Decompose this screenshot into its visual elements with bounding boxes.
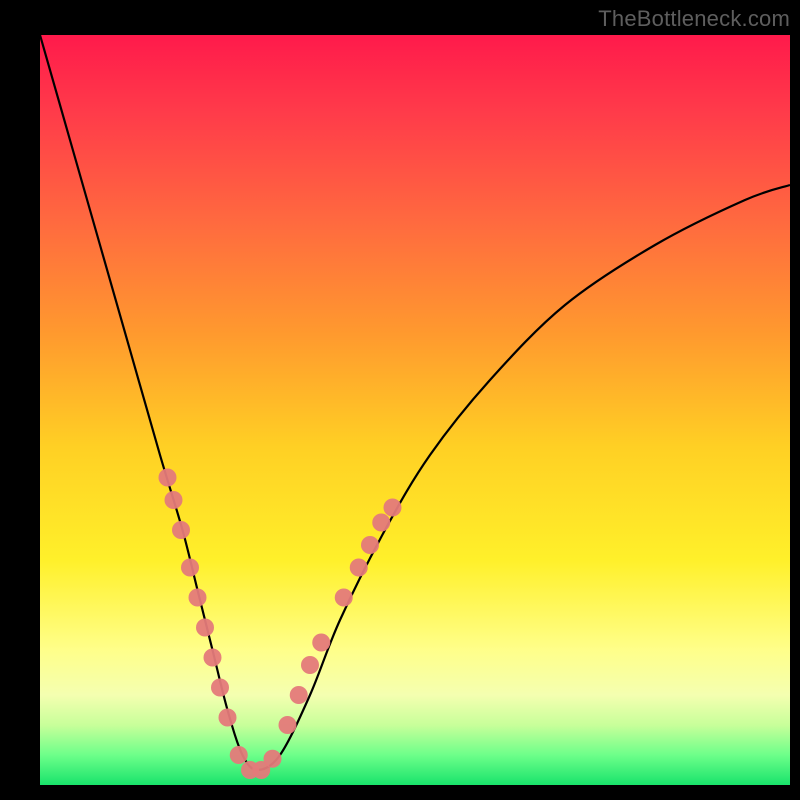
plot-area — [40, 35, 790, 785]
curve-marker — [189, 589, 207, 607]
curve-marker — [384, 499, 402, 517]
curve-marker — [204, 649, 222, 667]
curve-marker — [290, 686, 308, 704]
curve-marker — [301, 656, 319, 674]
curve-marker — [350, 559, 368, 577]
curve-marker — [312, 634, 330, 652]
curve-marker — [196, 619, 214, 637]
curve-marker — [230, 746, 248, 764]
curve-marker — [372, 514, 390, 532]
curve-marker — [172, 521, 190, 539]
curve-marker — [361, 536, 379, 554]
curve-markers — [159, 469, 402, 780]
chart-overlay — [40, 35, 790, 785]
curve-marker — [335, 589, 353, 607]
curve-marker — [159, 469, 177, 487]
chart-frame: TheBottleneck.com — [0, 0, 800, 800]
curve-marker — [219, 709, 237, 727]
watermark-text: TheBottleneck.com — [598, 6, 790, 32]
curve-marker — [165, 491, 183, 509]
curve-marker — [264, 750, 282, 768]
curve-marker — [279, 716, 297, 734]
curve-marker — [211, 679, 229, 697]
bottleneck-curve — [40, 35, 790, 770]
curve-marker — [181, 559, 199, 577]
